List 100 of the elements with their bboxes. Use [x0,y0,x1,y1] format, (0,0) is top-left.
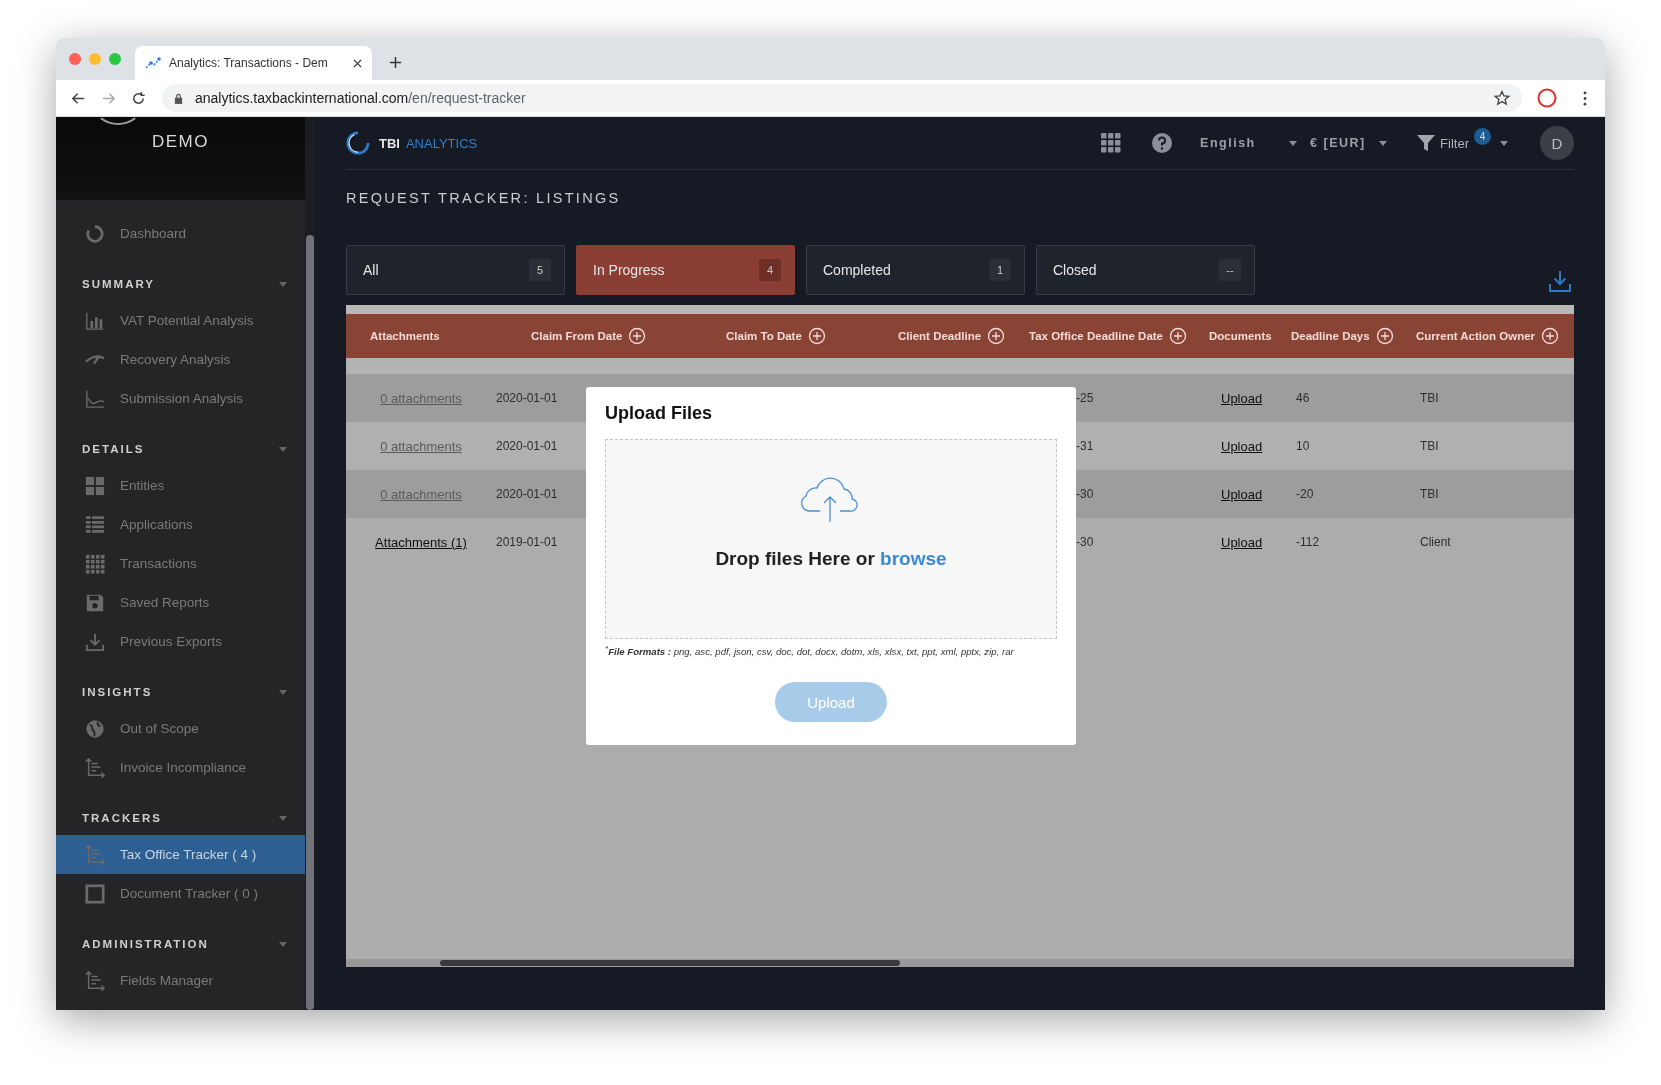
plus-circle-icon[interactable] [628,327,647,345]
count-badge: 1 [989,259,1011,281]
file-formats-note: $^{*}$File Formats : png, asc, pdf, json, csv, doc, dot, docx, dotm, xls, xlsx, txt, ppt, xml, pptx, zip, rar [605,644,1015,658]
caret-icon [279,281,287,287]
sidebar-item[interactable]: Applications [56,505,305,544]
scrollbar-thumb[interactable] [440,960,900,966]
close-icon[interactable] [353,58,362,68]
sidebar-item[interactable]: Saved Reports [56,583,305,622]
sidebar-item[interactable]: Recovery Analysis [56,340,305,379]
sidebar-item[interactable]: Transactions [56,544,305,583]
sidebar-item[interactable]: Tax Office Tracker ( 4 ) [56,835,305,874]
sidebar-item[interactable]: Entities [56,466,305,505]
language-dropdown[interactable]: English [1200,136,1298,150]
section-header[interactable]: SUMMARY [56,267,305,301]
section-header[interactable]: TRACKERS [56,801,305,835]
sidebar-item[interactable]: Invoice Incompliance [56,748,305,787]
avatar[interactable]: D [1540,126,1574,160]
sidebar-item[interactable]: Dashboard [56,214,305,253]
plus-circle-icon[interactable] [1169,327,1187,345]
axis-list-icon [85,757,105,778]
lock-icon [174,92,183,104]
caret-icon [279,941,287,947]
drop-zone[interactable]: Drop files Here or browse [605,439,1057,639]
table-cell: 46 [1296,391,1310,405]
brand-name: DEMO [152,132,209,152]
ring-icon[interactable] [1537,88,1557,108]
help-icon[interactable] [1152,133,1173,153]
apps-grid-icon[interactable] [1101,133,1122,153]
sidebar-item[interactable]: Previous Exports [56,622,305,661]
column-header[interactable]: Current Action Owner [1392,327,1574,345]
table-cell: TBI [1420,439,1439,453]
status-tab[interactable]: All 5 [346,245,565,295]
line-chart-icon [85,388,105,409]
sidebar-item[interactable]: Out of Scope [56,709,305,748]
table-cell: -25 [1076,391,1094,405]
column-header[interactable]: Client Deadline [874,327,1005,345]
status-tab[interactable]: Completed 1 [806,245,1025,295]
new-tab-icon[interactable] [389,56,402,69]
table-cell: 2019-01-01 [496,535,558,549]
sidebar-item[interactable]: Fields Manager [56,961,305,1000]
address-field[interactable]: analytics.taxbackinternational.com/en/request-tracker [162,84,1522,112]
caret-icon [1289,140,1298,146]
upload-link[interactable]: Upload [1221,438,1263,454]
plus-circle-icon[interactable] [807,327,826,345]
filter-dropdown[interactable]: Filter 4 [1417,124,1510,162]
attachments-link[interactable]: Attachments (1) [375,534,467,550]
brand-subtitle: ANALYTICS [405,135,478,151]
caret-icon [279,446,287,452]
axis-list-icon [85,844,105,865]
currency-dropdown[interactable]: € [EUR] [1310,136,1388,150]
upload-link[interactable]: Upload [1221,390,1263,406]
star-icon[interactable] [1494,90,1510,106]
dot-grid-icon [85,553,105,574]
page-title: REQUEST TRACKER: LISTINGS [346,190,622,208]
count-badge: -- [1219,259,1241,281]
caret-icon [279,689,287,695]
download-icon [85,631,105,652]
drop-instructions: Drop files Here or browse [715,548,947,570]
count-badge: 4 [759,259,781,281]
upload-link[interactable]: Upload [1221,534,1263,550]
column-header[interactable]: Claim To Date [702,327,874,345]
column-header[interactable]: Claim From Date [507,327,702,345]
menu-icon[interactable] [1583,90,1587,106]
table-cell: -30 [1076,535,1094,549]
section-header[interactable]: DETAILS [56,432,305,466]
plus-circle-icon[interactable] [1541,327,1560,345]
sidebar-item[interactable]: VAT Potential Analysis [56,301,305,340]
browse-link[interactable]: browse [880,548,947,569]
caret-icon [1379,140,1388,146]
sidebar-item[interactable]: Document Tracker ( 0 ) [56,874,305,913]
reload-icon[interactable] [131,90,146,106]
filter-icon [1417,134,1436,152]
status-tab[interactable]: Closed -- [1036,245,1255,295]
download-icon[interactable] [1548,269,1572,293]
table-cell: 10 [1296,439,1310,453]
plus-circle-icon[interactable] [987,327,1006,345]
caret-icon [1500,140,1508,146]
section-header[interactable]: INSIGHTS [56,675,305,709]
plus-circle-icon[interactable] [1375,327,1394,345]
table-cell: Client [1420,535,1451,549]
browser-tab[interactable]: Analytics: Transactions - Dem [135,46,372,80]
square-icon [85,883,105,904]
status-tab[interactable]: In Progress 4 [576,245,795,295]
dialog-title: Upload Files [605,403,713,425]
upload-link[interactable]: Upload [1221,486,1263,502]
count-badge: 4 [1474,127,1491,145]
logo-icon [346,131,370,155]
table-cell: TBI [1420,487,1439,501]
axis-list-icon [85,970,105,991]
favicon-icon [145,55,161,71]
table-cell: -112 [1296,535,1320,549]
sidebar-item[interactable]: Submission Analysis [56,379,305,418]
column-header[interactable]: Attachments [346,330,507,342]
scrollbar-thumb[interactable] [306,235,314,1010]
url-text: analytics.taxbackinternational.com/en/request-tracker [195,90,527,106]
section-header[interactable]: ADMINISTRATION [56,927,305,961]
table-cell: 2020-01-01 [496,487,558,501]
column-header[interactable]: Tax Office Deadline Date [1005,327,1185,345]
table-cell: -20 [1296,487,1314,501]
attachments-link[interactable]: 0 attachments [380,438,462,454]
